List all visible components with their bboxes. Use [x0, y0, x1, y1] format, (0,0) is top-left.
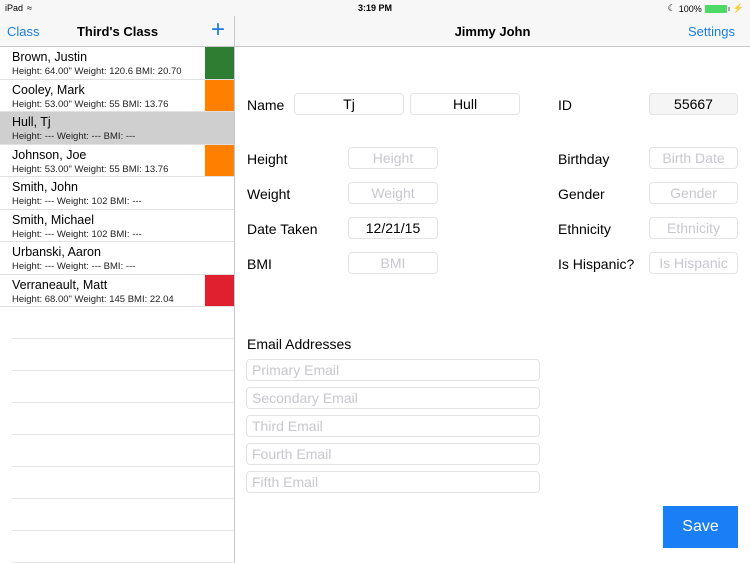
student-stats: Height: 53.00" Weight: 55 BMI: 13.76 [12, 163, 169, 175]
empty-row [12, 403, 234, 435]
empty-row [12, 307, 234, 339]
add-student-icon[interactable]: + [211, 17, 225, 43]
student-stats: Height: 53.00" Weight: 55 BMI: 13.76 [12, 98, 169, 110]
student-row[interactable]: Brown, Justin Height: 64.00" Weight: 120.… [0, 47, 234, 80]
student-name: Hull, Tj [12, 115, 51, 129]
bmi-field[interactable] [348, 252, 438, 274]
date-taken-label: Date Taken [247, 221, 318, 237]
empty-row [12, 499, 234, 531]
battery-percent: 100% [678, 3, 702, 14]
empty-row [12, 339, 234, 371]
student-row[interactable]: Hull, Tj Height: --- Weight: --- BMI: --- [0, 112, 234, 145]
third-email-field[interactable] [246, 415, 540, 437]
master-nav-bar: Class Third's Class + [0, 16, 235, 47]
student-row[interactable]: Cooley, Mark Height: 53.00" Weight: 55 BM… [0, 79, 234, 112]
name-label: Name [247, 97, 285, 113]
student-row[interactable]: Urbanski, Aaron Height: --- Weight: --- B… [0, 242, 234, 275]
student-name: Smith, Michael [12, 212, 94, 227]
gender-label: Gender [558, 186, 605, 202]
bmi-status-swatch [205, 274, 234, 306]
battery-icon [704, 4, 727, 13]
gender-field[interactable] [649, 182, 738, 204]
id-label: ID [558, 97, 572, 113]
empty-row [12, 467, 234, 499]
birthday-label: Birthday [558, 151, 610, 167]
primary-email-field[interactable] [246, 359, 540, 381]
fifth-email-field[interactable] [246, 471, 540, 493]
student-name: Brown, Justin [12, 50, 88, 64]
student-list[interactable]: Brown, Justin Height: 64.00" Weight: 120.… [0, 47, 234, 563]
charging-icon: ⚡ [732, 3, 744, 13]
save-button[interactable]: Save [663, 506, 738, 548]
empty-row [12, 435, 234, 467]
weight-label: Weight [247, 186, 291, 202]
settings-button[interactable]: Settings [688, 24, 735, 39]
detail-nav-bar: Jimmy John Settings [235, 16, 750, 47]
status-right: ☾ 100% ⚡ [668, 3, 744, 14]
battery-tip [727, 6, 730, 11]
class-title: Third's Class [76, 24, 159, 39]
status-time: 3:19 PM [357, 3, 392, 13]
ethnicity-label: Ethnicity [558, 221, 611, 237]
hispanic-label: Is Hispanic? [558, 256, 635, 272]
student-stats: Height: 64.00" Weight: 120.6 BMI: 20.70 [12, 66, 182, 77]
date-taken-field[interactable] [348, 217, 438, 239]
height-field[interactable] [348, 147, 438, 169]
bmi-status-swatch [205, 144, 234, 176]
hispanic-field[interactable] [649, 252, 738, 274]
student-name: Johnson, Joe [12, 147, 87, 162]
student-row[interactable]: Smith, John Height: --- Weight: 102 BMI: … [0, 177, 234, 210]
student-stats: Height: --- Weight: 102 BMI: --- [12, 228, 142, 240]
id-field[interactable] [649, 93, 738, 115]
bmi-label: BMI [247, 256, 272, 272]
split-divider [234, 16, 235, 563]
student-row[interactable]: Smith, Michael Height: --- Weight: 102 BM… [0, 210, 234, 242]
student-stats: Height: --- Weight: 102 BMI: --- [12, 196, 142, 207]
weight-field[interactable] [348, 182, 438, 204]
student-name: Urbanski, Aaron [12, 245, 101, 259]
student-row[interactable]: Johnson, Joe Height: 53.00" Weight: 55 BM… [0, 144, 234, 177]
ethnicity-field[interactable] [649, 217, 738, 239]
empty-row [12, 531, 234, 563]
detail-title: Jimmy John [454, 24, 531, 39]
moon-icon: ☾ [667, 3, 676, 13]
fourth-email-field[interactable] [246, 443, 540, 465]
student-row[interactable]: Verraneault, Matt Height: 68.00" Weight: … [0, 274, 234, 307]
bmi-status-swatch [205, 47, 234, 79]
student-name: Smith, John [12, 180, 79, 194]
last-name-field[interactable] [410, 93, 520, 115]
birthday-field[interactable] [649, 147, 738, 169]
student-stats: Height: --- Weight: --- BMI: --- [12, 131, 136, 142]
first-name-field[interactable] [294, 93, 404, 115]
empty-row [12, 371, 234, 403]
status-bar: iPad ≈ 3:19 PM ☾ 100% ⚡ [0, 0, 750, 16]
student-name: Verraneault, Matt [12, 277, 108, 292]
student-name: Cooley, Mark [12, 82, 85, 97]
email-heading: Email Addresses [247, 336, 352, 352]
height-label: Height [247, 151, 288, 167]
secondary-email-field[interactable] [246, 387, 540, 409]
student-stats: Height: 68.00" Weight: 145 BMI: 22.04 [12, 293, 174, 305]
student-stats: Height: --- Weight: --- BMI: --- [12, 261, 136, 272]
bmi-status-swatch [205, 79, 234, 111]
